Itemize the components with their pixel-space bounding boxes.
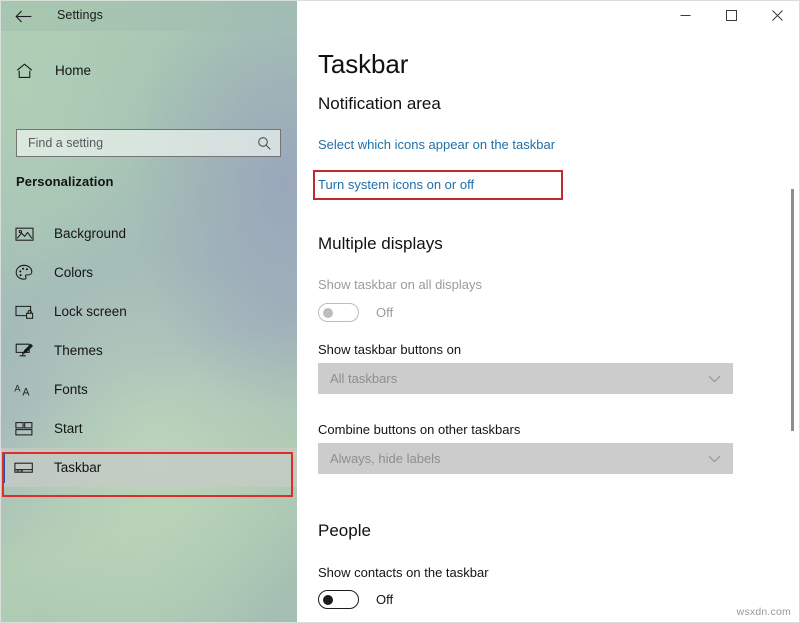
label-show-taskbar-buttons-on: Show taskbar buttons on <box>318 342 462 357</box>
sidebar-item-label: Start <box>54 420 83 436</box>
label-show-contacts: Show contacts on the taskbar <box>318 565 489 580</box>
toggle-state-label: Off <box>376 305 394 320</box>
sidebar-item-start[interactable]: Start <box>0 409 297 448</box>
start-tiles-icon <box>13 418 35 440</box>
sidebar-item-taskbar[interactable]: Taskbar <box>0 448 297 487</box>
toggle-show-contacts[interactable] <box>318 590 359 609</box>
heading-people: People <box>318 521 371 540</box>
sidebar-category-title: Personalization <box>16 174 114 189</box>
heading-multiple-displays: Multiple displays <box>318 234 443 253</box>
window-title: Settings <box>57 8 103 22</box>
svg-text:A: A <box>22 386 30 398</box>
search-input[interactable] <box>17 130 251 156</box>
search-box[interactable] <box>16 129 281 157</box>
main-content: Taskbar Notification area Select which i… <box>297 31 800 623</box>
sidebar-item-label: Taskbar <box>54 459 102 475</box>
heading-notification-area: Notification area <box>318 94 441 113</box>
dropdown-value: Always, hide labels <box>330 451 441 466</box>
chevron-down-icon <box>708 455 733 463</box>
close-icon[interactable] <box>754 0 800 31</box>
taskbar-icon <box>13 457 35 479</box>
sidebar-item-label: Themes <box>54 342 103 358</box>
label-combine-buttons: Combine buttons on other taskbars <box>318 422 521 437</box>
toggle-row-show-contacts: Off <box>318 590 393 609</box>
sidebar-nav-list: Background Colors Lock screen Themes A A… <box>0 214 297 487</box>
toggle-knob <box>323 307 333 318</box>
link-turn-system-icons[interactable]: Turn system icons on or off <box>318 176 474 193</box>
sidebar-item-themes[interactable]: Themes <box>0 331 297 370</box>
title-bar: Settings <box>0 0 800 31</box>
back-arrow-icon[interactable] <box>12 6 34 26</box>
sidebar: Home Personalization <box>0 31 297 623</box>
dropdown-show-taskbar-buttons-on[interactable]: All taskbars <box>318 363 733 394</box>
minimize-icon[interactable] <box>662 0 708 31</box>
sidebar-item-label: Lock screen <box>54 303 127 319</box>
sidebar-item-lock-screen[interactable]: Lock screen <box>0 292 297 331</box>
toggle-state-label: Off <box>376 592 394 607</box>
scrollbar-thumb[interactable] <box>791 189 794 431</box>
link-select-which-icons[interactable]: Select which icons appear on the taskbar <box>318 136 555 153</box>
fonts-aa-icon: A A <box>13 379 35 401</box>
sidebar-item-colors[interactable]: Colors <box>0 253 297 292</box>
window-controls <box>662 0 800 31</box>
search-icon[interactable] <box>251 130 277 156</box>
lock-screen-icon <box>13 301 35 323</box>
label-show-taskbar-all-displays: Show taskbar on all displays <box>318 277 483 292</box>
settings-window: Settings Home Find a setting Personaliza… <box>0 0 800 623</box>
chevron-down-icon <box>708 375 733 383</box>
sidebar-item-background[interactable]: Background <box>0 214 297 253</box>
toggle-knob <box>323 594 333 605</box>
dropdown-combine-buttons[interactable]: Always, hide labels <box>318 443 733 474</box>
themes-brush-icon <box>13 340 35 362</box>
title-bar-acrylic <box>0 0 297 31</box>
sidebar-item-label: Fonts <box>54 381 88 397</box>
sidebar-item-label: Background <box>54 225 127 241</box>
sidebar-item-label: Colors <box>54 264 94 280</box>
dropdown-value: All taskbars <box>330 371 398 386</box>
selection-accent-bar <box>2 452 5 483</box>
watermark: wsxdn.com <box>736 606 791 618</box>
svg-text:A: A <box>14 383 21 393</box>
sidebar-home-label: Home <box>55 63 92 78</box>
page-title: Taskbar <box>318 49 409 79</box>
sidebar-item-fonts[interactable]: A A Fonts <box>0 370 297 409</box>
home-icon <box>14 61 34 81</box>
sidebar-item-home[interactable]: Home <box>0 56 297 86</box>
picture-icon <box>13 223 35 245</box>
toggle-row-show-taskbar-all-displays: Off <box>318 303 393 322</box>
title-bar-left-pane: Settings <box>0 0 297 31</box>
toggle-show-taskbar-all-displays[interactable] <box>318 303 359 322</box>
maximize-icon[interactable] <box>708 0 754 31</box>
content-scrollbar[interactable] <box>787 31 797 623</box>
palette-icon <box>13 262 35 284</box>
